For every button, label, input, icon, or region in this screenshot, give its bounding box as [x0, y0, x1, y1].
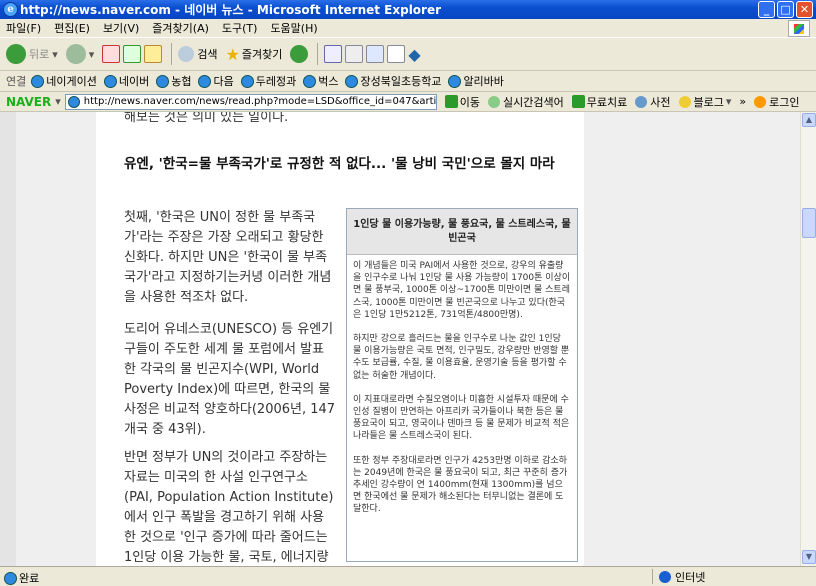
blog-icon	[678, 95, 691, 108]
link-item[interactable]: 장성북일초등학교	[345, 73, 441, 89]
print-icon[interactable]	[345, 45, 364, 63]
menu-tools[interactable]: 도구(T)	[222, 20, 258, 36]
sidebox-paragraph: 이 개념들은 미국 PAI에서 사용한 것으로, 강우의 유출량을 인구수로 나…	[353, 261, 571, 320]
ie-page-icon	[4, 571, 17, 585]
ie-page-icon	[303, 74, 317, 88]
ie-page-icon	[103, 74, 117, 88]
forward-arrow-icon	[65, 44, 86, 64]
sidebox-title: 1인당 물 이용가능량, 물 풍요국, 물 스트레스국, 물 빈곤국	[347, 209, 577, 255]
link-item[interactable]: 네이게이션	[31, 73, 97, 89]
star-icon: ★	[225, 44, 240, 64]
link-item[interactable]: 다음	[198, 73, 234, 89]
browser-window: e http://news.naver.com - 네이버 뉴스 - Micro…	[0, 0, 816, 585]
sidebox-paragraph: 이 지표대로라면 수질오염이나 미흡한 시설투자 때문에 수인성 질병이 만연하…	[353, 394, 570, 442]
address-field[interactable]: http://news.naver.com/news/read.php?mode…	[64, 93, 437, 110]
paragraph-2: 도리어 유네스코(UNESCO) 등 유엔기구들이 주도한 세계 물 포럼에서 …	[124, 322, 336, 437]
plus-icon	[571, 95, 585, 108]
link-item[interactable]: 두레정과	[240, 73, 296, 89]
minimize-button[interactable]: _	[758, 1, 775, 18]
mail-icon[interactable]	[324, 45, 343, 63]
search-button[interactable]: 검색	[178, 46, 218, 62]
maximize-button[interactable]: □	[777, 1, 794, 18]
free-care-button[interactable]: 무료치료	[571, 94, 627, 110]
vertical-scrollbar[interactable]: ▲ ▼	[800, 112, 816, 566]
links-label: 연결	[6, 75, 27, 88]
menu-help[interactable]: 도움말(H)	[270, 20, 317, 36]
naver-toolbar: NAVER ▾ http://news.naver.com/news/read.…	[0, 92, 816, 112]
ie-page-icon	[31, 74, 45, 88]
scroll-thumb[interactable]	[802, 208, 816, 238]
windows-logo-icon	[788, 20, 810, 37]
menu-favorites[interactable]: 즐겨찾기(A)	[152, 20, 209, 36]
ie-page-icon	[448, 74, 462, 88]
messenger-icon[interactable]: ◆	[408, 45, 420, 64]
login-icon	[754, 95, 767, 108]
window-title: http://news.naver.com - 네이버 뉴스 - Microso…	[20, 3, 442, 17]
refresh-icon[interactable]	[123, 45, 142, 63]
edit-icon[interactable]	[366, 45, 385, 63]
go-arrow-icon	[444, 95, 458, 108]
more-chevron[interactable]: »	[739, 95, 746, 108]
scroll-up-button[interactable]: ▲	[802, 113, 816, 127]
forward-button[interactable]: ▾	[65, 44, 94, 64]
ie-page-icon	[240, 74, 254, 88]
login-button[interactable]: 로그인	[754, 94, 800, 110]
back-button[interactable]: 뒤로 ▾	[6, 44, 58, 64]
link-item[interactable]: 농협	[156, 73, 191, 89]
menu-bar: 파일(F) 편집(E) 보기(V) 즐겨찾기(A) 도구(T) 도움말(H)	[0, 19, 816, 38]
ie-page-icon	[156, 74, 170, 88]
history-icon[interactable]	[290, 45, 309, 63]
scroll-down-button[interactable]: ▼	[802, 550, 816, 564]
favorites-button[interactable]: ★ 즐겨찾기	[226, 45, 283, 64]
sidebox-paragraph: 하지만 강으로 흘러드는 물을 인구수로 나눈 값인 1인당 물 이용가능량은 …	[353, 334, 570, 381]
ie-icon: e	[3, 2, 18, 17]
naver-logo[interactable]: NAVER	[6, 95, 51, 109]
status-bar: 완료 인터넷	[0, 566, 816, 585]
paragraph-3: 반면 정부가 UN의 것이라고 주장하는 자료는 미국의 한 사설 인구연구소(…	[124, 450, 334, 565]
realtime-search-button[interactable]: 실시간검색어	[488, 94, 564, 110]
page-viewport: 해보는 것은 의미 있는 일이다. 유엔, '한국=물 부족국가'로 규정한 적…	[0, 112, 800, 566]
sidebox: 1인당 물 이용가능량, 물 풍요국, 물 스트레스국, 물 빈곤국 이 개념들…	[346, 208, 578, 562]
go-button[interactable]: 이동	[444, 94, 480, 110]
close-button[interactable]: ✕	[796, 1, 813, 18]
menu-view[interactable]: 보기(V)	[103, 20, 139, 36]
link-item[interactable]: 알리바바	[448, 73, 504, 89]
stop-icon[interactable]	[102, 45, 121, 63]
globe-icon	[659, 570, 671, 583]
ie-page-icon	[198, 74, 212, 88]
sidebox-paragraph: 또한 정부 주장대로라면 인구가 4253만명 이하로 감소하는 2049년에 …	[353, 455, 568, 515]
home-icon[interactable]	[144, 45, 163, 63]
ie-page-icon	[345, 74, 359, 88]
link-item[interactable]: 네이버	[103, 73, 149, 89]
search-icon	[488, 95, 501, 108]
article-heading: 유엔, '한국=물 부족국가'로 규정한 적 없다... '물 낭비 국민'으로…	[124, 156, 555, 172]
status-text: 완료	[19, 572, 40, 585]
links-bar: 연결 네이게이션 네이버 농협 다음 두레정과 벅스 장성북일초등학교 알리바바	[0, 71, 816, 92]
link-item[interactable]: 벅스	[303, 73, 338, 89]
standard-toolbar: 뒤로 ▾ ▾ 검색 ★ 즐겨찾기 ◆	[0, 38, 816, 71]
ie-page-icon	[67, 95, 80, 108]
search-icon	[178, 46, 195, 62]
paragraph-1: 첫째, '한국은 UN이 정한 물 부족국가'라는 주장은 가장 오래되고 황당…	[124, 210, 332, 305]
top-text: 해보는 것은 의미 있는 일이다.	[124, 112, 289, 125]
menu-edit[interactable]: 편집(E)	[54, 20, 90, 36]
back-arrow-icon	[6, 44, 26, 64]
blog-button[interactable]: 블로그 ▾	[678, 94, 731, 110]
dictionary-icon	[635, 95, 648, 108]
menu-file[interactable]: 파일(F)	[6, 20, 41, 36]
discuss-icon[interactable]	[387, 45, 406, 63]
zone-text: 인터넷	[675, 570, 706, 584]
title-bar: e http://news.naver.com - 네이버 뉴스 - Micro…	[0, 0, 816, 19]
dictionary-button[interactable]: 사전	[635, 94, 671, 110]
